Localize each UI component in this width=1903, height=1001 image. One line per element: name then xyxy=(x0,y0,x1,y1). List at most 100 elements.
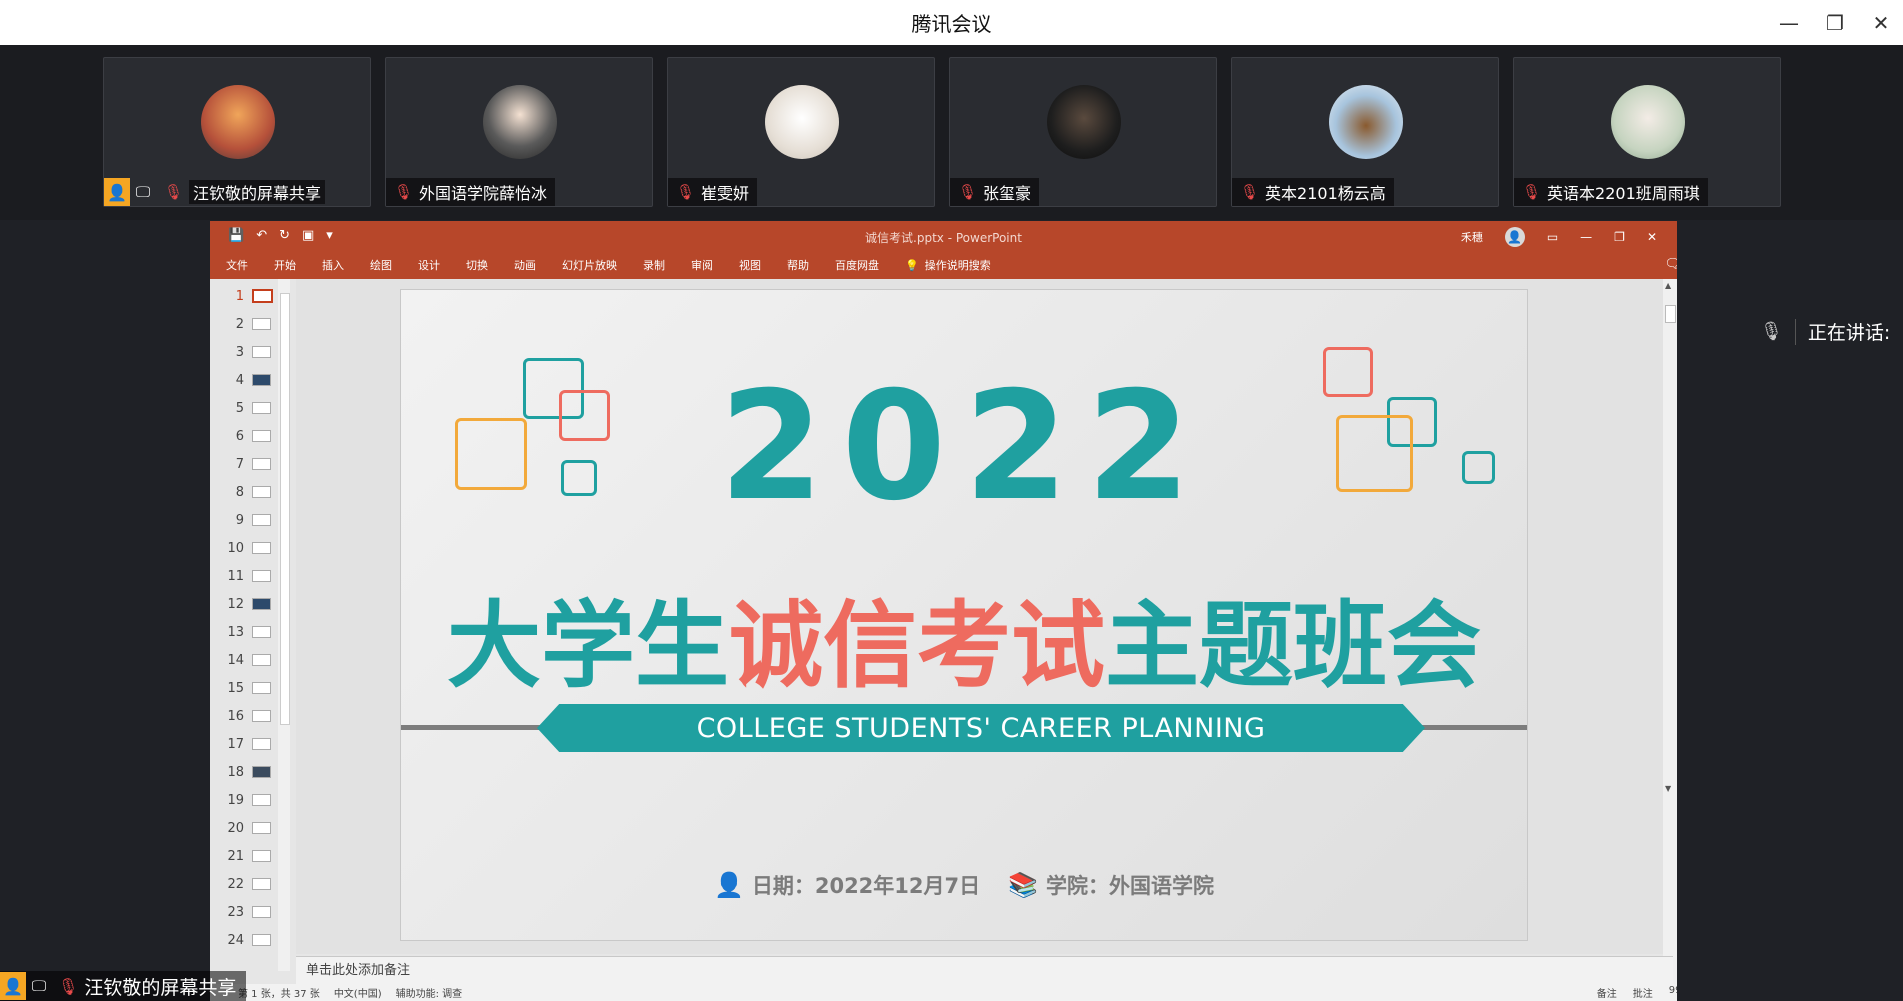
close-icon[interactable]: ✕ xyxy=(1869,11,1893,35)
mic-muted-icon: 🎙 xyxy=(58,976,79,996)
slide-thumbnail[interactable]: 6 xyxy=(210,425,280,447)
participant-gallery: 👤 🖵 🎙 汪钦敬的屏幕共享 🎙 外国语学院薛怡冰 🎙 崔雯妍 🎙 张玺豪 🎙 … xyxy=(0,45,1903,220)
thumbnail-image xyxy=(252,598,271,610)
window-controls: — ❐ ✕ xyxy=(1777,0,1893,45)
zoom-level[interactable]: 99% xyxy=(1669,985,1677,1000)
slide-number: 10 xyxy=(227,540,244,556)
user-avatar-icon[interactable]: 👤 xyxy=(1504,227,1525,247)
thumbnail-image xyxy=(252,850,271,862)
tab-help[interactable]: 帮助 xyxy=(787,257,809,273)
participant-name: 汪钦敬的屏幕共享 xyxy=(189,180,326,204)
tab-view[interactable]: 视图 xyxy=(739,257,761,273)
slide-number: 12 xyxy=(227,596,244,612)
scrollbar-thumb[interactable] xyxy=(1665,305,1676,323)
slide-thumbnail[interactable]: 2 xyxy=(210,313,280,335)
slide-date: 日期：2022年12月7日 xyxy=(751,874,981,898)
avatar xyxy=(765,85,839,159)
slide-number: 22 xyxy=(227,876,244,892)
slide-thumbnail[interactable]: 3 xyxy=(210,341,280,363)
tab-home[interactable]: 开始 xyxy=(274,257,296,273)
tab-design[interactable]: 设计 xyxy=(418,257,440,273)
slide-thumbnail[interactable]: 14 xyxy=(210,649,280,671)
ppt-close-icon[interactable]: ✕ xyxy=(1647,230,1657,244)
share-user-icon: 👤 xyxy=(0,972,26,1000)
tab-transitions[interactable]: 切换 xyxy=(466,257,488,273)
scrollbar-thumb[interactable] xyxy=(280,293,290,725)
tab-baidu-netdisk[interactable]: 百度网盘 xyxy=(835,257,879,273)
slide-headline: 大学生诚信考试主题班会 xyxy=(401,570,1527,706)
comments-icon[interactable]: 🗨 xyxy=(1664,257,1677,272)
comments-button[interactable]: 批注 xyxy=(1633,985,1653,1000)
tab-review[interactable]: 审阅 xyxy=(691,257,713,273)
editor-scrollbar[interactable]: ▲ ▼ xyxy=(1663,279,1677,1001)
slide-thumbnail[interactable]: 24 xyxy=(210,929,280,951)
tab-draw[interactable]: 绘图 xyxy=(370,257,392,273)
share-user-icon: 👤 xyxy=(104,178,130,206)
accessibility[interactable]: 辅助功能: 调查 xyxy=(396,985,463,1000)
avatar xyxy=(1329,85,1403,159)
participant-tile[interactable]: 🎙 英本2101杨云高 xyxy=(1231,57,1499,207)
participant-tile[interactable]: 🎙 外国语学院薛怡冰 xyxy=(385,57,653,207)
slide-thumbnail[interactable]: 13 xyxy=(210,621,280,643)
notes-button[interactable]: 备注 xyxy=(1597,985,1617,1000)
slide-editor: 2022 大学生诚信考试主题班会 COLLEGE STUDENTS' CAREE… xyxy=(296,279,1666,954)
slide-thumbnail[interactable]: 9 xyxy=(210,509,280,531)
participant-tile[interactable]: 👤 🖵 🎙 汪钦敬的屏幕共享 xyxy=(103,57,371,207)
minimize-icon[interactable]: — xyxy=(1777,11,1801,35)
scroll-up-icon[interactable]: ▲ xyxy=(1665,281,1671,290)
tab-animations[interactable]: 动画 xyxy=(514,257,536,273)
slide-count: 第 1 张，共 37 张 xyxy=(238,989,320,1000)
slide-thumbnail[interactable]: 15 xyxy=(210,677,280,699)
restore-icon[interactable]: ❐ xyxy=(1823,11,1847,35)
participant-tile[interactable]: 🎙 张玺豪 xyxy=(949,57,1217,207)
thumbnail-image xyxy=(252,458,271,470)
tab-insert[interactable]: 插入 xyxy=(322,257,344,273)
slide-number: 14 xyxy=(227,652,244,668)
scroll-down-icon[interactable]: ▼ xyxy=(1665,784,1671,793)
tab-slideshow[interactable]: 幻灯片放映 xyxy=(562,257,617,273)
slide-thumbnail[interactable]: 8 xyxy=(210,481,280,503)
slide-number: 24 xyxy=(227,932,244,948)
slide-number: 8 xyxy=(235,484,244,500)
mic-muted-icon: 🎙 xyxy=(676,183,696,201)
slide-thumbnail[interactable]: 16 xyxy=(210,705,280,727)
slide-thumbnail[interactable]: 10 xyxy=(210,537,280,559)
slide-thumbnail[interactable]: 7 xyxy=(210,453,280,475)
participant-tile[interactable]: 🎙 英语本2201班周雨琪 xyxy=(1513,57,1781,207)
thumbnail-image xyxy=(252,570,271,582)
status-right: 备注 批注 99% xyxy=(1597,985,1677,1000)
slide-thumbnail[interactable]: 23 xyxy=(210,901,280,923)
ppt-minimize-icon[interactable]: — xyxy=(1580,230,1592,244)
slide-thumbnail[interactable]: 11 xyxy=(210,565,280,587)
slide-number: 21 xyxy=(227,848,244,864)
slide-number: 18 xyxy=(227,764,244,780)
participant-name-strip: 🎙 崔雯妍 xyxy=(668,178,758,206)
notes-pane[interactable]: 单击此处添加备注 xyxy=(296,956,1673,985)
slide-thumbnail[interactable]: 18 xyxy=(210,761,280,783)
tell-me-search[interactable]: 操作说明搜索 xyxy=(925,257,991,273)
slide-thumbnail[interactable]: 12 xyxy=(210,593,280,615)
thumbnail-image xyxy=(252,542,271,554)
slide-thumbnail[interactable]: 21 xyxy=(210,845,280,867)
tab-record[interactable]: 录制 xyxy=(643,257,665,273)
slide-thumbnail[interactable]: 17 xyxy=(210,733,280,755)
slide-thumbnail[interactable]: 1 xyxy=(210,285,280,307)
slide-thumbnail[interactable]: 20 xyxy=(210,817,280,839)
tab-file[interactable]: 文件 xyxy=(226,257,248,273)
ribbon-display-icon[interactable]: ▭ xyxy=(1547,230,1558,244)
current-slide[interactable]: 2022 大学生诚信考试主题班会 COLLEGE STUDENTS' CAREE… xyxy=(400,289,1528,941)
slide-thumbnail[interactable]: 5 xyxy=(210,397,280,419)
thumbnail-scrollbar[interactable] xyxy=(278,279,290,971)
slide-thumbnail[interactable]: 4 xyxy=(210,369,280,391)
mic-muted-icon: 🎙 xyxy=(1240,183,1260,201)
slide-thumbnail[interactable]: 22 xyxy=(210,873,280,895)
thumbnail-image xyxy=(252,766,271,778)
avatar xyxy=(1611,85,1685,159)
slide-number: 5 xyxy=(235,400,244,416)
thumbnail-image xyxy=(252,374,271,386)
participant-tile[interactable]: 🎙 崔雯妍 xyxy=(667,57,935,207)
participant-name-strip: 🎙 张玺豪 xyxy=(950,178,1040,206)
language[interactable]: 中文(中国) xyxy=(334,985,382,1000)
ppt-restore-icon[interactable]: ❐ xyxy=(1614,230,1625,244)
slide-thumbnail[interactable]: 19 xyxy=(210,789,280,811)
